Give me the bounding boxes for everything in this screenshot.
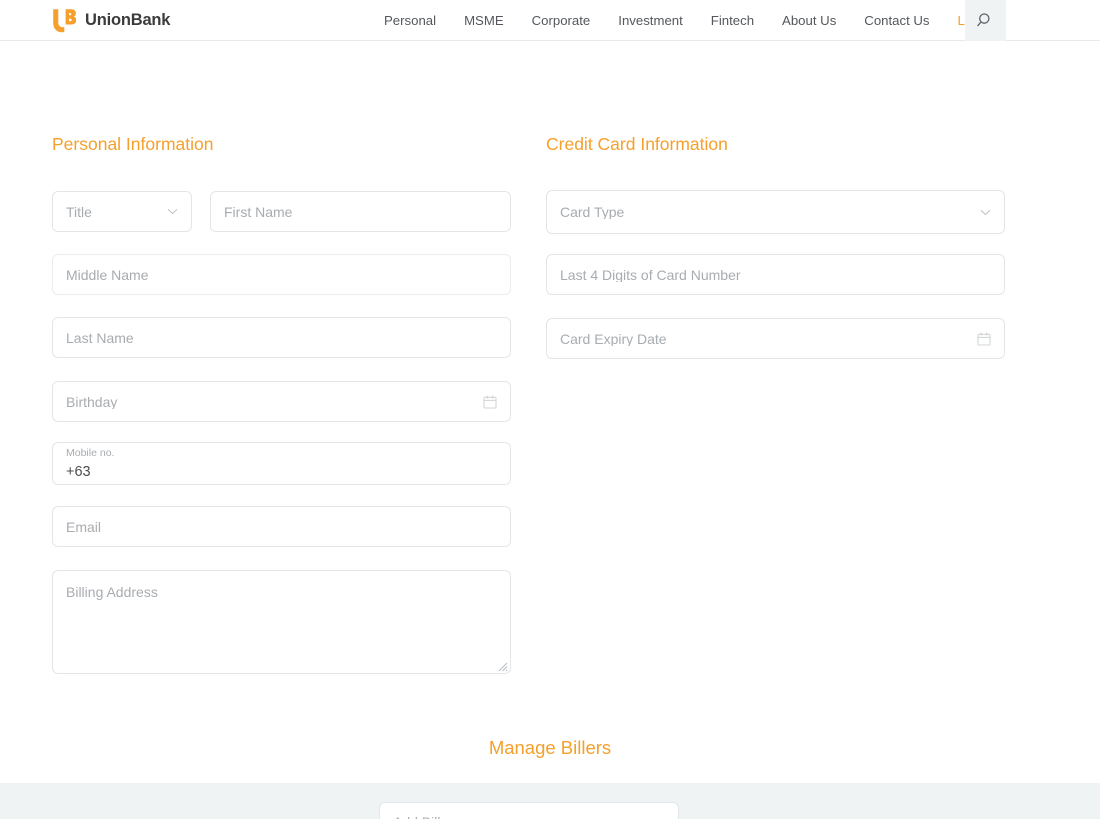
nav-item-contact-us[interactable]: Contact Us — [850, 0, 943, 41]
last-4-digits-placeholder: Last 4 Digits of Card Number — [560, 268, 991, 282]
last-name-placeholder: Last Name — [66, 331, 497, 345]
title-select[interactable]: Title — [52, 191, 192, 232]
email-input[interactable]: Email — [52, 506, 511, 547]
section-title-credit-card-information: Credit Card Information — [546, 136, 728, 154]
search-button[interactable] — [965, 0, 1006, 41]
calendar-icon[interactable] — [483, 395, 497, 409]
last-name-input[interactable]: Last Name — [52, 317, 511, 358]
email-placeholder: Email — [66, 520, 497, 534]
section-title-manage-billers: Manage Billers — [0, 739, 1100, 758]
brand-logo[interactable]: UnionBank — [52, 6, 170, 35]
nav-item-investment[interactable]: Investment — [604, 0, 697, 41]
card-expiry-date-input[interactable]: Card Expiry Date — [546, 318, 1005, 359]
billing-address-placeholder: Billing Address — [66, 584, 158, 600]
textarea-resize-handle[interactable] — [496, 659, 508, 671]
add-biller-placeholder: Add Biller — [393, 815, 654, 819]
birthday-input[interactable]: Birthday — [52, 381, 511, 422]
brand-name: UnionBank — [85, 12, 170, 29]
title-select-placeholder: Title — [66, 205, 167, 219]
middle-name-input[interactable]: Middle Name — [52, 254, 511, 295]
nav-item-msme[interactable]: MSME — [450, 0, 518, 41]
section-title-personal-information: Personal Information — [52, 136, 213, 154]
nav-item-corporate[interactable]: Corporate — [518, 0, 605, 41]
nav-item-about-us[interactable]: About Us — [768, 0, 850, 41]
add-biller-select[interactable]: Add Biller — [379, 802, 679, 819]
ub-monogram-logo-icon — [52, 8, 76, 33]
search-icon — [977, 12, 994, 29]
card-expiry-date-placeholder: Card Expiry Date — [560, 332, 977, 346]
mobile-no-input[interactable]: Mobile no. +63 — [52, 442, 511, 485]
nav-item-personal[interactable]: Personal — [370, 0, 450, 41]
mobile-no-value: +63 — [66, 465, 91, 480]
card-type-select[interactable]: Card Type — [546, 190, 1005, 234]
chevron-down-icon — [167, 208, 178, 215]
first-name-input[interactable]: First Name — [210, 191, 511, 232]
last-4-digits-input[interactable]: Last 4 Digits of Card Number — [546, 254, 1005, 295]
billing-address-textarea[interactable]: Billing Address — [52, 570, 511, 674]
calendar-icon[interactable] — [977, 332, 991, 346]
birthday-placeholder: Birthday — [66, 395, 483, 409]
first-name-placeholder: First Name — [224, 205, 497, 219]
nav-item-fintech[interactable]: Fintech — [697, 0, 768, 41]
site-header: UnionBank Personal MSME Corporate Invest… — [0, 0, 1100, 41]
main-navigation: Personal MSME Corporate Investment Finte… — [370, 0, 1004, 41]
middle-name-placeholder: Middle Name — [66, 268, 497, 282]
chevron-down-icon — [980, 209, 991, 216]
mobile-no-label: Mobile no. — [66, 448, 114, 459]
card-type-placeholder: Card Type — [560, 205, 980, 219]
form-content: Personal Information Title First Name Mi… — [0, 41, 1100, 742]
